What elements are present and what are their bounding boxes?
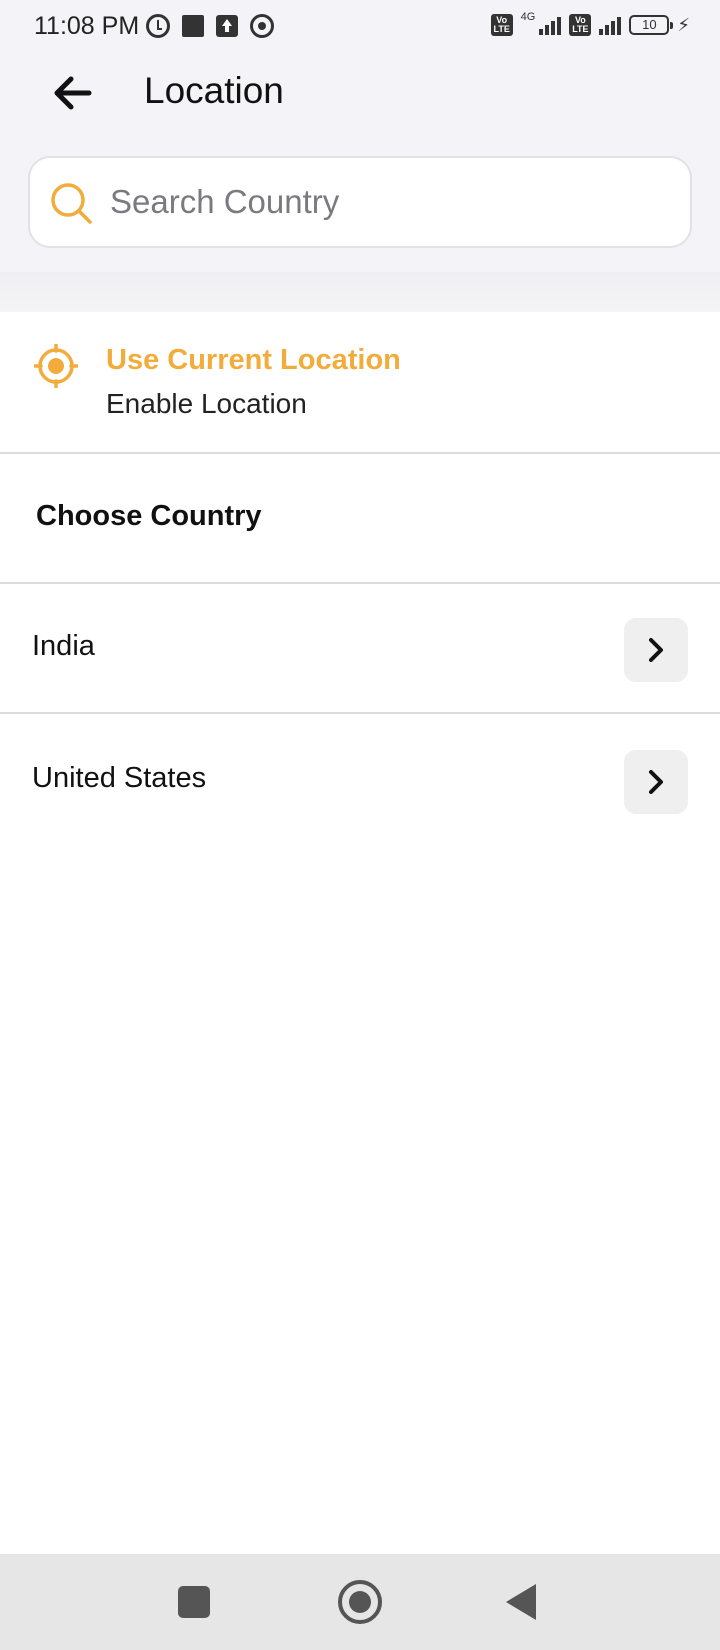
page-title: Location [144,70,284,111]
alarm-icon [146,14,170,38]
recent-apps-icon[interactable] [178,1586,210,1618]
system-icons: Vo LTE 4G Vo LTE 10 ⚡ [490,11,690,36]
status-bar: 11:08 PM Vo LTE 4G Vo LTE 10 ⚡ [0,0,720,54]
country-item-united-states[interactable]: United States [0,716,720,846]
notification-icons [146,14,274,38]
upload-icon [216,15,238,37]
country-chevron-button[interactable] [624,618,688,682]
status-time: 11:08 PM [34,12,140,40]
chevron-right-icon [649,770,663,794]
arrow-left-icon [54,76,92,110]
stop-icon [182,15,204,37]
volte-icon: Vo LTE [490,14,513,36]
battery-icon: 10 [629,15,674,35]
back-triangle-icon[interactable] [506,1584,536,1620]
volte-icon-2: Vo LTE [569,14,592,36]
use-current-location-label: Use Current Location [106,344,401,376]
signal-icon-2 [599,15,622,35]
system-nav-bar [0,1554,720,1650]
chevron-right-icon [649,638,663,662]
country-item-india[interactable]: India [0,584,720,714]
search-icon [51,183,92,224]
app-header: Location [0,54,720,272]
home-icon[interactable] [338,1580,382,1624]
search-bar[interactable] [28,156,692,248]
header-shadow [0,272,720,312]
country-name: India [32,630,95,662]
network-type: 4G [520,11,536,23]
country-name: United States [32,762,207,794]
crosshair-target-icon [34,344,78,388]
country-chevron-button[interactable] [624,750,688,814]
use-current-location-button[interactable]: Use Current Location Enable Location [0,312,720,454]
back-button[interactable] [48,68,98,118]
signal-icon [539,15,562,35]
chrome-icon [250,14,274,38]
enable-location-label: Enable Location [106,388,307,419]
choose-country-heading: Choose Country [36,500,262,532]
charging-icon: ⚡ [677,14,690,35]
search-input[interactable] [110,158,670,246]
